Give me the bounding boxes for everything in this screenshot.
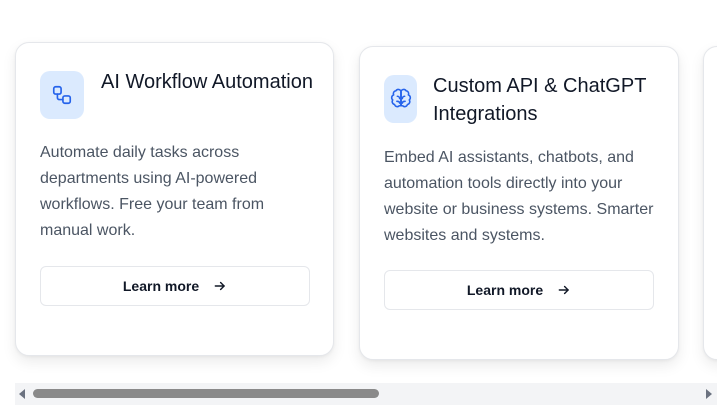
card-title: AI Workflow Automation <box>101 71 313 93</box>
cards-carousel: AI Workflow Automation Automate daily ta… <box>0 0 717 383</box>
service-card-workflow: AI Workflow Automation Automate daily ta… <box>15 42 334 356</box>
horizontal-scrollbar-thumb[interactable] <box>33 389 379 398</box>
arrow-right-icon <box>213 279 227 293</box>
service-card-api-integrations: Custom API & ChatGPT Integrations Embed … <box>359 46 679 360</box>
learn-more-label: Learn more <box>466 282 544 298</box>
card-title: Custom API & ChatGPT Integrations <box>433 75 647 125</box>
workflow-icon <box>52 85 72 105</box>
learn-more-button[interactable]: Learn more <box>384 270 654 310</box>
learn-more-button[interactable]: Learn more <box>40 266 310 306</box>
card-description: Automate daily tasks across departments … <box>40 144 265 239</box>
brain-icon-box <box>384 75 417 123</box>
card-description: Embed AI assistants, chatbots, and autom… <box>384 149 654 244</box>
arrow-right-icon <box>557 283 571 297</box>
scroll-right-arrow-icon[interactable] <box>706 389 712 399</box>
workflow-icon-box <box>40 71 84 119</box>
learn-more-label: Learn more <box>122 278 200 294</box>
scroll-left-arrow-icon[interactable] <box>19 389 25 399</box>
service-card-partial <box>703 46 717 360</box>
brain-icon <box>390 88 411 108</box>
